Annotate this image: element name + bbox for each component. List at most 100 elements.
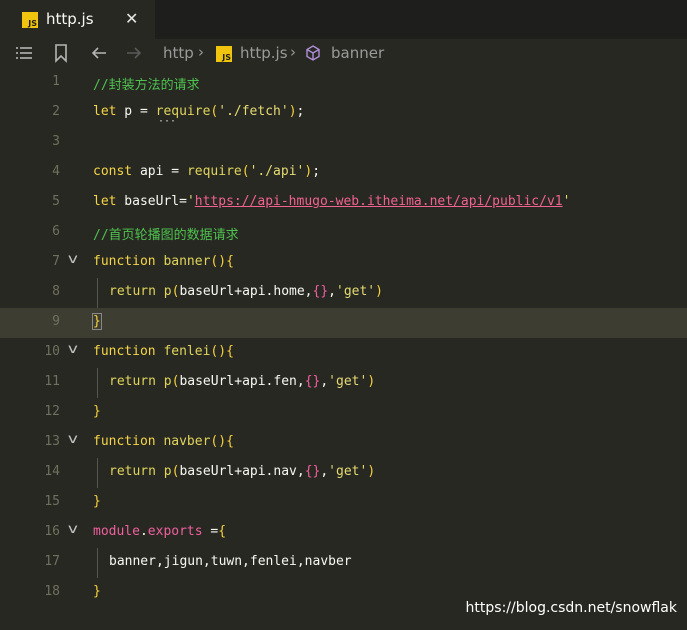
line-number: 2 [52,104,60,119]
code-token: { [226,344,234,359]
code-line[interactable]: 16 v module.exports ={ [0,518,687,548]
code-line[interactable]: 5 let baseUrl='https://api-hmugo-web.ithe… [0,188,687,218]
fold-chevron-icon[interactable]: v [68,342,78,357]
code-token: { [226,434,234,449]
code-token: baseUrl= [116,194,187,209]
line-number: 12 [44,404,60,419]
code-line[interactable]: 14 return p(baseUrl+api.nav,{},'get') [0,458,687,488]
code-token: baseUrl+api.home, [179,284,313,299]
code-token: 'get' [336,284,376,299]
code-token: api = [132,164,187,179]
code-token: ( [241,164,250,179]
line-number: 4 [52,164,60,179]
code-text: banner,jigun,tuwn,fenlei,navber [109,554,352,569]
line-number: 7 [52,254,60,269]
code-line[interactable]: 6 //首页轮播图的数据请求 [0,218,687,248]
code-text: module.exports ={ [93,524,226,539]
code-token: function [93,254,156,269]
back-arrow-icon[interactable] [89,43,109,68]
code-line[interactable]: 8 return p(baseUrl+api.home,{},'get') [0,278,687,308]
code-token: ) [304,164,313,179]
code-token: ) [375,284,383,299]
fold-chevron-icon[interactable]: v [68,522,78,537]
code-text: function banner(){ [93,254,234,269]
indent-guide [97,458,98,488]
code-line[interactable]: 15} [0,488,687,518]
hint-dots: ··· [158,116,177,127]
code-token: exports [147,524,203,539]
code-token: } [93,584,101,599]
code-token: //封装方法的请求 [93,78,200,93]
breadcrumb-file[interactable]: http.js [240,44,288,62]
line-number: 17 [44,554,60,569]
code-line[interactable]: 12} [0,398,687,428]
fold-chevron-icon[interactable]: v [68,432,78,447]
code-token: return [109,374,156,389]
bookmark-icon[interactable] [52,43,70,68]
code-token: {} [312,284,329,299]
code-token: p [163,464,172,479]
watermark: https://blog.csdn.net/snowflak [465,600,677,616]
code-token: const [93,164,133,179]
code-line[interactable]: 1 //封装方法的请求 [0,68,687,98]
breadcrumb-folder[interactable]: http [163,44,194,62]
code-token: navber [163,434,211,449]
code-token: module [93,524,140,539]
code-text: let baseUrl='https://api-hmugo-web.ithei… [93,194,570,209]
cube-symbol-icon [304,44,322,67]
code-line[interactable]: 3 [0,128,687,158]
code-token: let [93,194,117,209]
code-text: return p(baseUrl+api.fen,{},'get') [109,374,375,389]
code-token: ) [367,464,376,479]
line-number: 8 [52,284,60,299]
fold-chevron-icon[interactable]: v [68,252,78,267]
code-line[interactable]: 9} [0,308,687,338]
code-token: {} [304,374,321,389]
close-icon[interactable]: ✕ [125,9,138,28]
code-token: //首页轮播图的数据请求 [93,228,239,243]
code-token: , [320,464,329,479]
line-number: 18 [44,584,60,599]
code-token: 'get' [328,464,368,479]
line-number: 3 [52,134,60,149]
code-text: return p(baseUrl+api.home,{},'get') [109,284,383,299]
code-token: https://api-hmugo-web.itheima.net/api/pu… [194,194,563,209]
code-token: ; [296,104,305,119]
code-line[interactable]: 13 v function navber(){ [0,428,687,458]
line-number: 1 [52,74,60,89]
code-token: fenlei [163,344,211,359]
code-line[interactable]: 17 banner,jigun,tuwn,fenlei,navber [0,548,687,578]
code-line[interactable]: 2 let p = require('./fetch'); ··· [0,98,687,128]
code-token: function [93,344,156,359]
indent-guide [97,278,98,308]
line-number: 6 [52,224,60,239]
code-token: } [93,494,101,509]
code-text: } [93,494,101,509]
breadcrumb-symbol[interactable]: banner [331,44,384,62]
code-text: return p(baseUrl+api.nav,{},'get') [109,464,375,479]
line-number: 13 [44,434,60,449]
code-token: , [320,374,329,389]
code-text: let p = require('./fetch'); [93,104,304,119]
code-token: let [93,104,117,119]
code-token: 'get' [328,374,368,389]
code-line[interactable]: 10 v function fenlei(){ [0,338,687,368]
code-token: return [109,464,156,479]
code-line[interactable]: 7 v function banner(){ [0,248,687,278]
code-editor[interactable]: 1 //封装方法的请求 2 let p = require('./fetch'); ··… [0,68,687,630]
line-number: 11 [44,374,60,389]
code-token: p = [116,104,156,119]
breadcrumb-separator: › [290,43,296,61]
line-number: 14 [44,464,60,479]
tab-http-js[interactable]: JS http.js ✕ [0,0,155,39]
code-token: () [210,254,227,269]
forward-arrow-icon[interactable] [124,43,144,68]
code-line[interactable]: 4 const api = require('./api'); [0,158,687,188]
code-line[interactable]: 11 return p(baseUrl+api.fen,{},'get') [0,368,687,398]
indent-guide [97,548,98,578]
tab-title: http.js [46,10,94,28]
list-icon[interactable] [14,43,34,68]
code-text: function fenlei(){ [93,344,234,359]
line-number: 5 [52,194,60,209]
